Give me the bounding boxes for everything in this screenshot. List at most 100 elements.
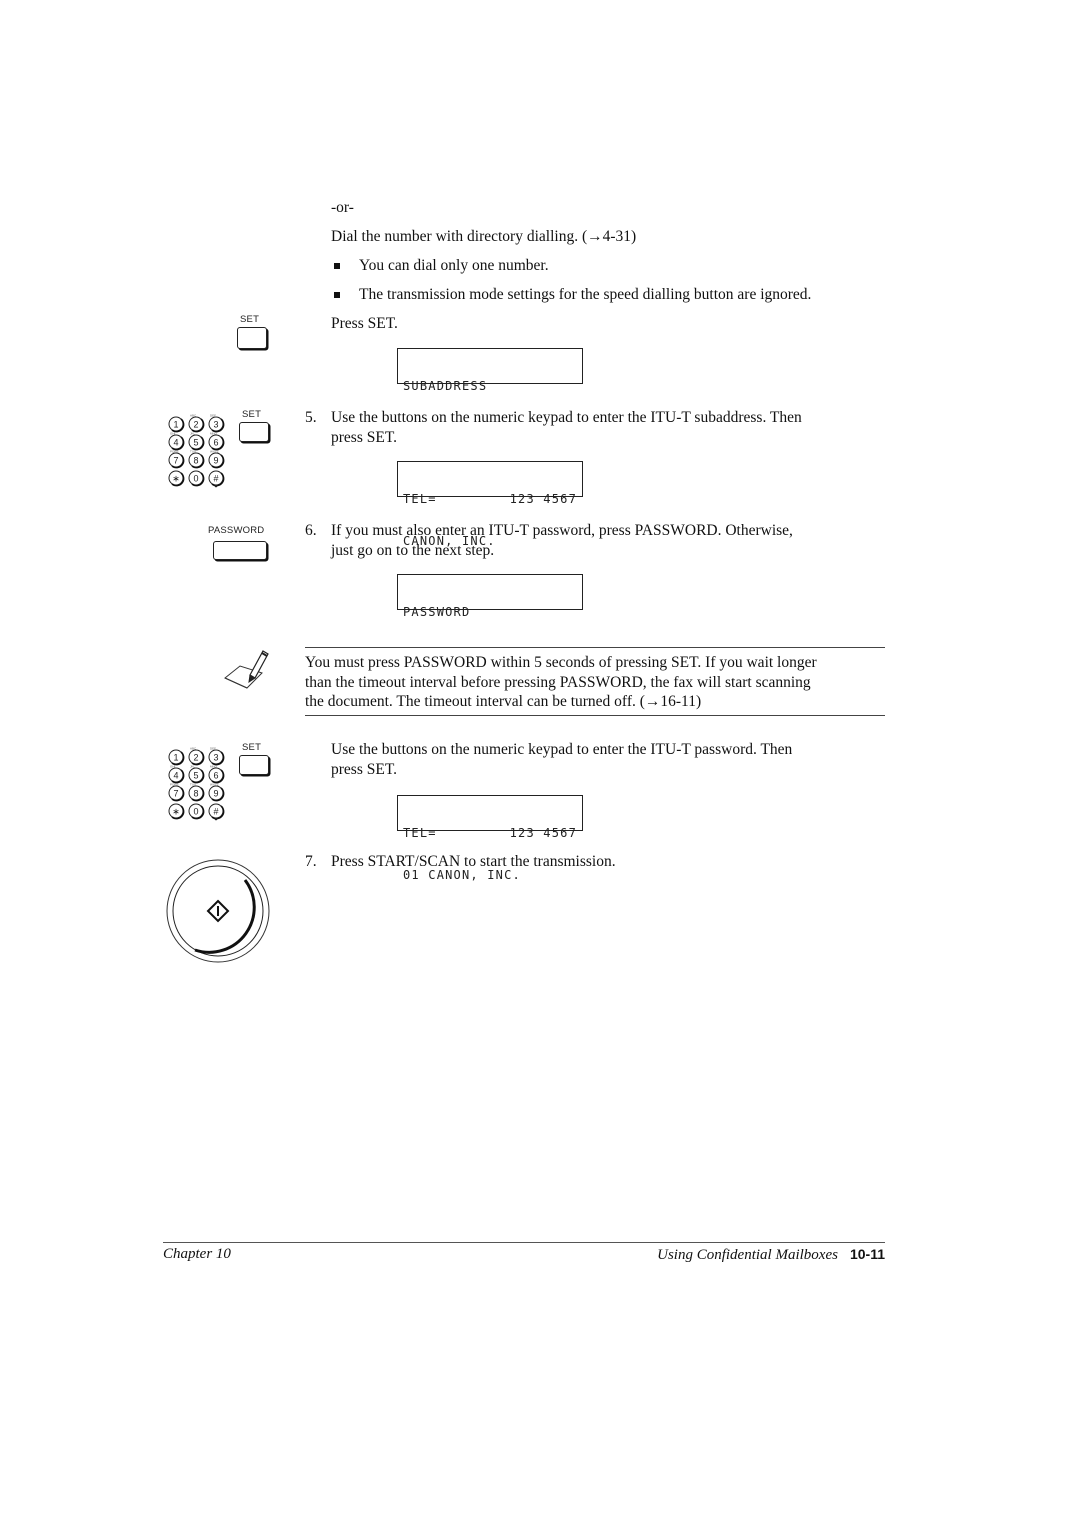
keypad-key[interactable]: 5 JKL [188, 765, 205, 784]
keypad-key-label: 4 [173, 438, 178, 448]
directory-dialling-text: Dial the number with directory dialling.… [331, 228, 637, 245]
keypad-key-label: 0 [193, 807, 198, 817]
set-button-label: SET [242, 409, 262, 420]
keypad-key-label: 8 [193, 789, 198, 799]
keypad-key-label: 5 [193, 771, 198, 781]
keypad-key-sublabel: TUV [190, 450, 196, 454]
keypad-key-label: 6 [213, 771, 218, 781]
keypad-key[interactable]: 6 MNO [208, 432, 225, 451]
set-button[interactable] [237, 327, 267, 349]
keypad-key-sublabel: DEF [210, 414, 216, 418]
lcd-tel-label: TEL= [403, 492, 437, 506]
note-text: You must press PASSWORD within 5 seconds… [305, 654, 817, 671]
keypad-key[interactable]: # [208, 803, 225, 820]
step-6-text-cont: just go on to the next step. [331, 542, 495, 559]
keypad-key[interactable]: 2 ABC [188, 414, 205, 433]
keypad-key-sublabel: DEF [210, 747, 216, 751]
set-button[interactable] [239, 422, 269, 442]
keypad-key-label: # [213, 474, 218, 484]
keypad-key[interactable]: 6 MNO [208, 765, 225, 784]
keypad-key[interactable]: 7 PQRS [168, 783, 185, 802]
keypad-key-sublabel: TUV [190, 783, 196, 787]
keypad-key-sublabel: WXYZ [210, 783, 219, 787]
keypad-key-label: ∗ [172, 474, 180, 484]
keypad-key-sublabel: GHI [170, 765, 176, 769]
lcd-tel-number: 123 4567 [509, 492, 577, 506]
keypad-key[interactable]: 0 [188, 470, 205, 487]
footer-chapter: Chapter 10 [163, 1246, 231, 1262]
keypad-key[interactable]: 3 DEF [208, 414, 225, 433]
set-button-label: SET [240, 314, 260, 325]
keypad-key-label: 5 [193, 438, 198, 448]
password-step-text-cont: press SET. [331, 761, 398, 778]
or-separator: -or- [331, 199, 354, 216]
set-button-label: SET [242, 742, 262, 753]
keypad-key-sublabel: MNO [210, 765, 218, 769]
keypad-key-sublabel: JKL [190, 432, 196, 436]
keypad-key[interactable]: 9 WXYZ [208, 450, 225, 469]
bullet-marker [334, 263, 340, 269]
start-scan-button[interactable] [165, 858, 271, 964]
keypad-key-label: 2 [193, 420, 198, 430]
keypad-key[interactable]: 5 JKL [188, 432, 205, 451]
keypad-key[interactable]: 4 GHI [168, 432, 185, 451]
keypad-indicator-dot [214, 817, 218, 821]
bullet-item: You can dial only one number. [359, 257, 549, 274]
keypad-key-label: 3 [213, 420, 218, 430]
keypad-key-label: 4 [173, 771, 178, 781]
keypad-key-label: 7 [173, 456, 178, 466]
keypad-key-label: 1 [173, 420, 178, 430]
keypad-key[interactable]: 8 TUV [188, 783, 205, 802]
keypad-key[interactable]: 8 TUV [188, 450, 205, 469]
footer-rule [163, 1242, 885, 1243]
step-6-text: If you must also enter an ITU-T password… [331, 522, 793, 539]
lcd-tel-number: 123 4567 [509, 826, 577, 840]
lcd-display-subaddress: SUBADDRESS [397, 348, 583, 393]
keypad-key-label: # [213, 807, 218, 817]
bullet-marker [334, 292, 340, 298]
step-5-text-cont: press SET. [331, 429, 398, 446]
keypad-key-sublabel: PQRS [170, 450, 179, 454]
password-step-text: Use the buttons on the numeric keypad to… [331, 741, 793, 758]
keypad-key-label: 1 [173, 753, 178, 763]
keypad-key-sublabel: GHI [170, 432, 176, 436]
keypad-key-sublabel: WXYZ [210, 450, 219, 454]
keypad-key[interactable]: 9 WXYZ [208, 783, 225, 802]
keypad-key[interactable]: 7 PQRS [168, 450, 185, 469]
lcd-text: SUBADDRESS [403, 379, 488, 393]
note-text: the document. The timeout interval can b… [305, 693, 702, 710]
password-button[interactable] [213, 541, 267, 560]
keypad-key-label: ∗ [172, 807, 180, 817]
lcd-text: PASSWORD [403, 605, 471, 619]
keypad-key-label: 2 [193, 753, 198, 763]
keypad-key-label: 7 [173, 789, 178, 799]
lcd-tel-label: TEL= [403, 826, 437, 840]
keypad-key[interactable]: # [208, 470, 225, 487]
press-set-text: Press SET. [331, 315, 398, 332]
numeric-keypad-icon[interactable]: 1 2 ABC 3 DEF 4 GHI 5 JKL 6 MNO 7 PQRS 8 TUV 9 WXYZ ∗ 0 # [166, 745, 232, 825]
password-button-label: PASSWORD [208, 525, 265, 536]
keypad-key-sublabel: MNO [210, 432, 218, 436]
numeric-keypad-icon[interactable]: 1 2 ABC 3 DEF 4 GHI 5 JKL 6 MNO 7 PQRS 8 TUV 9 WXYZ ∗ 0 # [166, 412, 232, 492]
keypad-key-sublabel: JKL [190, 765, 196, 769]
keypad-key[interactable]: ∗ [168, 803, 185, 820]
note-text: than the timeout interval before pressin… [305, 674, 811, 691]
step-5-text: Use the buttons on the numeric keypad to… [331, 409, 802, 426]
keypad-key-sublabel: ABC [190, 747, 197, 751]
step-number: 7. [305, 853, 317, 870]
keypad-key[interactable]: 2 ABC [188, 747, 205, 766]
lcd-display-tel: TEL= 123 4567 CANON, INC. [397, 461, 583, 548]
keypad-key[interactable]: ∗ [168, 470, 185, 487]
keypad-key[interactable]: 1 [168, 749, 185, 766]
keypad-key[interactable]: 4 GHI [168, 765, 185, 784]
keypad-key-label: 0 [193, 474, 198, 484]
set-button[interactable] [239, 755, 269, 775]
keypad-key[interactable]: 0 [188, 803, 205, 820]
bullet-item: The transmission mode settings for the s… [359, 286, 812, 303]
keypad-key[interactable]: 1 [168, 416, 185, 433]
step-number: 5. [305, 409, 317, 426]
lcd-display-tel-final: TEL= 123 4567 01 CANON, INC. [397, 795, 583, 882]
keypad-key[interactable]: 3 DEF [208, 747, 225, 766]
step-number: 6. [305, 522, 317, 539]
keypad-key-label: 9 [213, 456, 218, 466]
